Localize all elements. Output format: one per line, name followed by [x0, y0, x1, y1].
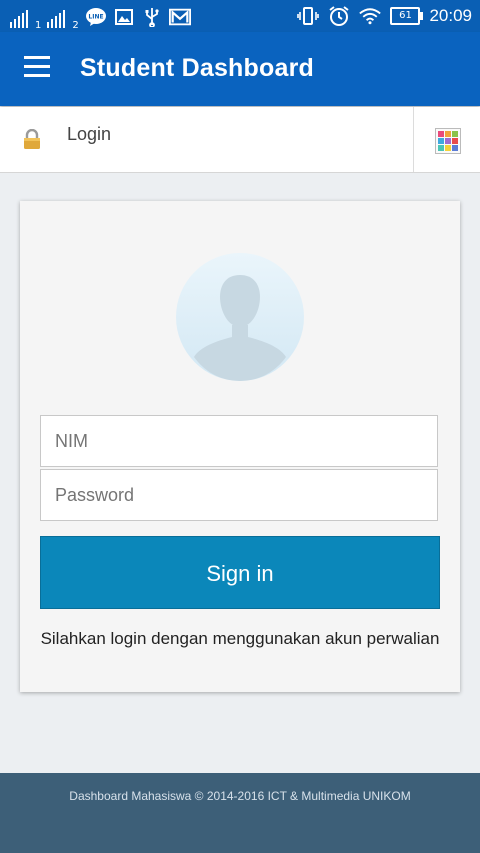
alarm-icon: [328, 5, 350, 27]
sim2-label: 2: [72, 20, 79, 31]
divider: [413, 107, 414, 172]
app-title: Student Dashboard: [80, 54, 314, 82]
signal-icon: [47, 10, 66, 28]
sign-in-button[interactable]: Sign in: [40, 536, 440, 609]
gmail-icon: [168, 6, 191, 28]
hamburger-menu-icon[interactable]: [24, 56, 50, 78]
battery-icon: 61: [390, 7, 424, 25]
status-bar: 1 2 LINE 61 20:09: [0, 0, 480, 32]
usb-icon: [141, 6, 163, 28]
wifi-icon: [359, 5, 382, 27]
svg-text:LINE: LINE: [88, 14, 103, 21]
line-app-icon: LINE: [85, 6, 107, 28]
user-silhouette-icon: [194, 275, 286, 381]
sim1-label: 1: [35, 20, 42, 31]
login-card: Sign in Silahkan login dengan menggunaka…: [20, 201, 460, 692]
gallery-icon: [113, 6, 135, 28]
vibrate-icon: [297, 5, 320, 27]
sub-header: Login: [0, 107, 480, 173]
login-label[interactable]: Login: [67, 124, 111, 145]
clock-time: 20:09: [429, 6, 472, 25]
lock-icon: [22, 128, 42, 149]
nim-input[interactable]: [40, 415, 438, 467]
signal-icon: [10, 10, 28, 28]
avatar: [176, 253, 304, 381]
login-hint: Silahkan login dengan menggunakan akun p…: [40, 629, 440, 648]
app-bar: Student Dashboard: [0, 32, 480, 106]
footer: Dashboard Mahasiswa © 2014-2016 ICT & Mu…: [0, 773, 480, 853]
apps-grid-icon[interactable]: [435, 128, 461, 158]
password-input[interactable]: [40, 469, 438, 521]
footer-text: Dashboard Mahasiswa © 2014-2016 ICT & Mu…: [69, 789, 411, 803]
